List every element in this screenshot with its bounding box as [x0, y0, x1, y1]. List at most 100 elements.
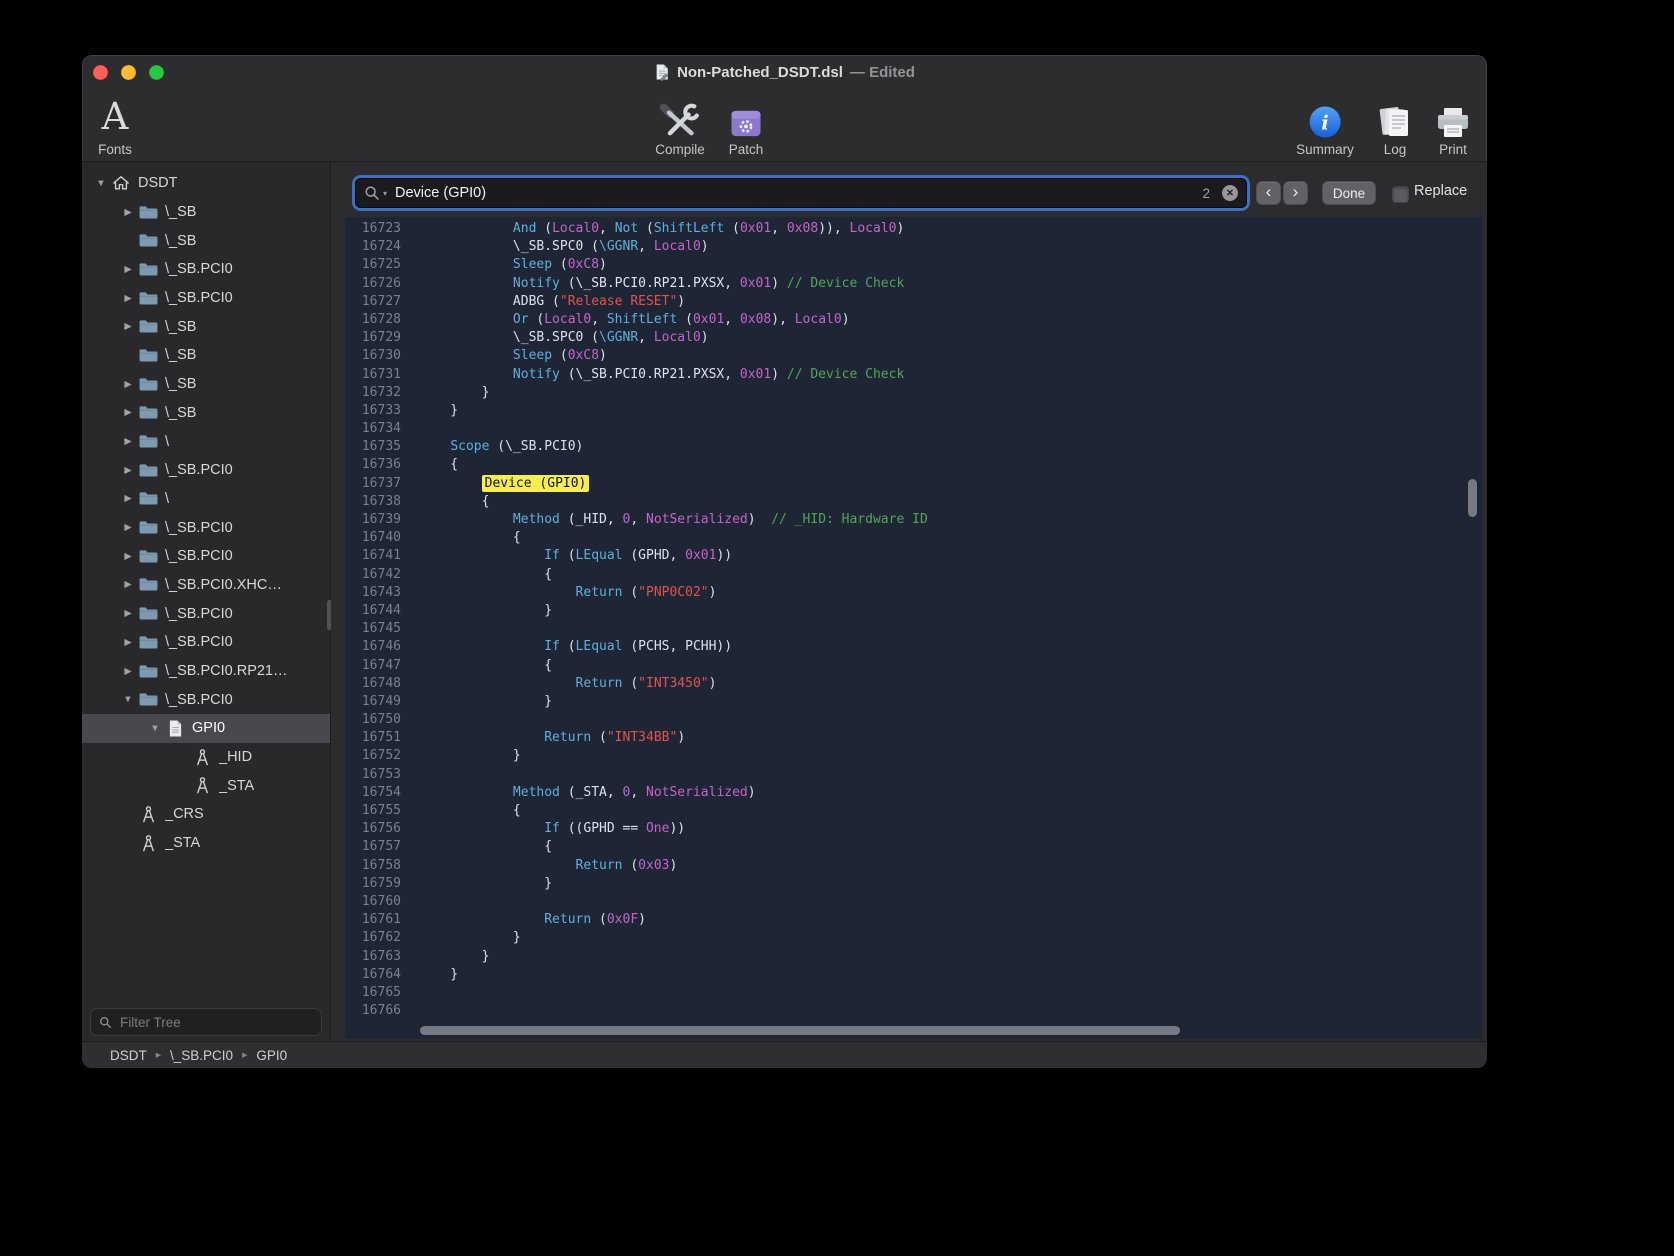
tree-item-sbpci0[interactable]: ▶\_SB.PCI0 [82, 284, 330, 313]
code-line: 16733 } [345, 402, 1482, 420]
find-previous-button[interactable]: ‹ [1256, 181, 1281, 205]
tree-item-sbpci0[interactable]: ▶\_SB.PCI0 [82, 513, 330, 542]
disclosure-right-icon[interactable]: ▶ [119, 207, 137, 218]
disclosure-down-icon[interactable]: ▼ [92, 178, 110, 189]
code-line: 16741 If (LEqual (GPHD, 0x01)) [345, 547, 1482, 565]
line-number: 16766 [345, 1002, 401, 1020]
tree-item-dsdt[interactable]: ▼DSDT [82, 169, 330, 198]
code-line: 16752 } [345, 747, 1482, 765]
code-editor[interactable]: 16723 And (Local0, Not (ShiftLeft (0x01,… [345, 217, 1482, 1039]
print-button[interactable]: Print [1435, 91, 1471, 157]
tree-item-sb[interactable]: ▶\_SB [82, 399, 330, 428]
code-line: 16753 [345, 766, 1482, 784]
done-button[interactable]: Done [1322, 181, 1376, 205]
folder-icon [137, 347, 159, 364]
tree-item-label: \ [165, 434, 169, 450]
disclosure-right-icon[interactable]: ▶ [119, 293, 137, 304]
disclosure-right-icon[interactable]: ▶ [119, 637, 137, 648]
breadcrumb-item[interactable]: \_SB.PCI0 [170, 1048, 233, 1063]
tree-item-sb[interactable]: \_SB [82, 226, 330, 255]
disclosure-right-icon[interactable]: ▶ [119, 579, 137, 590]
tree-item-sbpci0xhc[interactable]: ▶\_SB.PCI0.XHC… [82, 571, 330, 600]
line-number: 16758 [345, 857, 401, 875]
tree-item-sbpci0[interactable]: ▼\_SB.PCI0 [82, 685, 330, 714]
tree-item-sb[interactable]: ▶\_SB [82, 198, 330, 227]
disclosure-right-icon[interactable]: ▶ [119, 321, 137, 332]
tree-item-sb[interactable]: \_SB [82, 341, 330, 370]
tree-item-sbpci0[interactable]: ▶\_SB.PCI0 [82, 542, 330, 571]
code-line: 16757 { [345, 838, 1482, 856]
disclosure-right-icon[interactable]: ▶ [119, 436, 137, 447]
breadcrumb-item[interactable]: DSDT [110, 1048, 147, 1063]
code-line: 16763 } [345, 948, 1482, 966]
disclosure-right-icon[interactable]: ▶ [119, 493, 137, 504]
line-number: 16756 [345, 820, 401, 838]
tree-item-gpi0[interactable]: ▼GPI0 [82, 714, 330, 743]
tree-item-sb[interactable]: ▶\_SB [82, 370, 330, 399]
tree-item-sbpci0[interactable]: ▶ \_SB.PCI0 [82, 599, 330, 628]
tree-item-sta[interactable]: _STA [82, 771, 330, 800]
line-number: 16734 [345, 420, 401, 438]
tree-item-[interactable]: ▶\ [82, 485, 330, 514]
tree-item-sta[interactable]: _STA [82, 829, 330, 858]
summary-button[interactable]: i Summary [1296, 91, 1354, 157]
code-line: 16734 [345, 420, 1482, 438]
replace-checkbox[interactable] [1392, 186, 1409, 203]
breadcrumb: DSDT▸\_SB.PCI0▸GPI0 [110, 1048, 287, 1063]
tree-item-sbpci0[interactable]: ▶\_SB.PCI0 [82, 255, 330, 284]
tree-item-[interactable]: ▶\ [82, 427, 330, 456]
disclosure-right-icon[interactable]: ▶ [119, 608, 137, 619]
folder-icon [137, 605, 159, 622]
folder-icon [137, 691, 159, 708]
code-line: 16745 [345, 620, 1482, 638]
search-menu-icon[interactable] [364, 185, 380, 201]
status-bar: DSDT▸\_SB.PCI0▸GPI0 [82, 1041, 1487, 1068]
tree-item-label: \_SB.PCI0 [165, 606, 233, 622]
clear-search-icon[interactable]: ✕ [1222, 185, 1238, 201]
line-number: 16763 [345, 948, 401, 966]
log-button[interactable]: Log [1377, 91, 1413, 157]
edited-badge: — Edited [850, 64, 915, 81]
disclosure-right-icon[interactable]: ▶ [119, 666, 137, 677]
line-number: 16753 [345, 766, 401, 784]
tree-item-sbpci0[interactable]: ▶\_SB.PCI0 [82, 628, 330, 657]
disclosure-right-icon[interactable]: ▶ [119, 522, 137, 533]
line-number: 16728 [345, 311, 401, 329]
disclosure-right-icon[interactable]: ▶ [119, 407, 137, 418]
line-number: 16741 [345, 547, 401, 565]
filter-tree-field[interactable] [90, 1008, 322, 1036]
patch-label: Patch [729, 142, 764, 157]
line-number: 16737 [345, 475, 401, 493]
disclosure-right-icon[interactable]: ▶ [119, 551, 137, 562]
tree-item-sbpci0rp21[interactable]: ▶\_SB.PCI0.RP21… [82, 657, 330, 686]
find-input[interactable] [393, 184, 1196, 202]
tree-item-crs[interactable]: _CRS [82, 800, 330, 829]
disclosure-down-icon[interactable]: ▼ [146, 723, 164, 734]
document-proxy-icon[interactable] [654, 63, 670, 81]
horizontal-scrollbar-thumb[interactable] [420, 1026, 1180, 1035]
patch-button[interactable]: Patch [729, 91, 764, 157]
fonts-button[interactable]: A Fonts [98, 91, 132, 157]
tree-item-sb[interactable]: ▶\_SB [82, 312, 330, 341]
line-number: 16732 [345, 384, 401, 402]
disclosure-down-icon[interactable]: ▼ [119, 694, 137, 705]
tree-item-sbpci0[interactable]: ▶\_SB.PCI0 [82, 456, 330, 485]
find-next-button[interactable]: › [1283, 181, 1308, 205]
line-number: 16740 [345, 529, 401, 547]
search-match-highlight: Device (GPI0) [482, 475, 590, 492]
folder-icon [137, 519, 159, 536]
find-field[interactable]: ▾ 2 ✕ [355, 178, 1247, 208]
disclosure-right-icon[interactable]: ▶ [119, 379, 137, 390]
filter-tree-input[interactable] [118, 1014, 313, 1031]
compile-button[interactable]: Compile [655, 91, 705, 157]
line-number: 16742 [345, 566, 401, 584]
code-line: 16744 } [345, 602, 1482, 620]
disclosure-right-icon[interactable]: ▶ [119, 264, 137, 275]
breadcrumb-item[interactable]: GPI0 [256, 1048, 287, 1063]
folder-icon [137, 663, 159, 680]
vertical-scrollbar-thumb[interactable] [1468, 479, 1477, 517]
line-number: 16759 [345, 875, 401, 893]
disclosure-right-icon[interactable]: ▶ [119, 465, 137, 476]
code-line: 16740 { [345, 529, 1482, 547]
tree-item-hid[interactable]: _HID [82, 743, 330, 772]
